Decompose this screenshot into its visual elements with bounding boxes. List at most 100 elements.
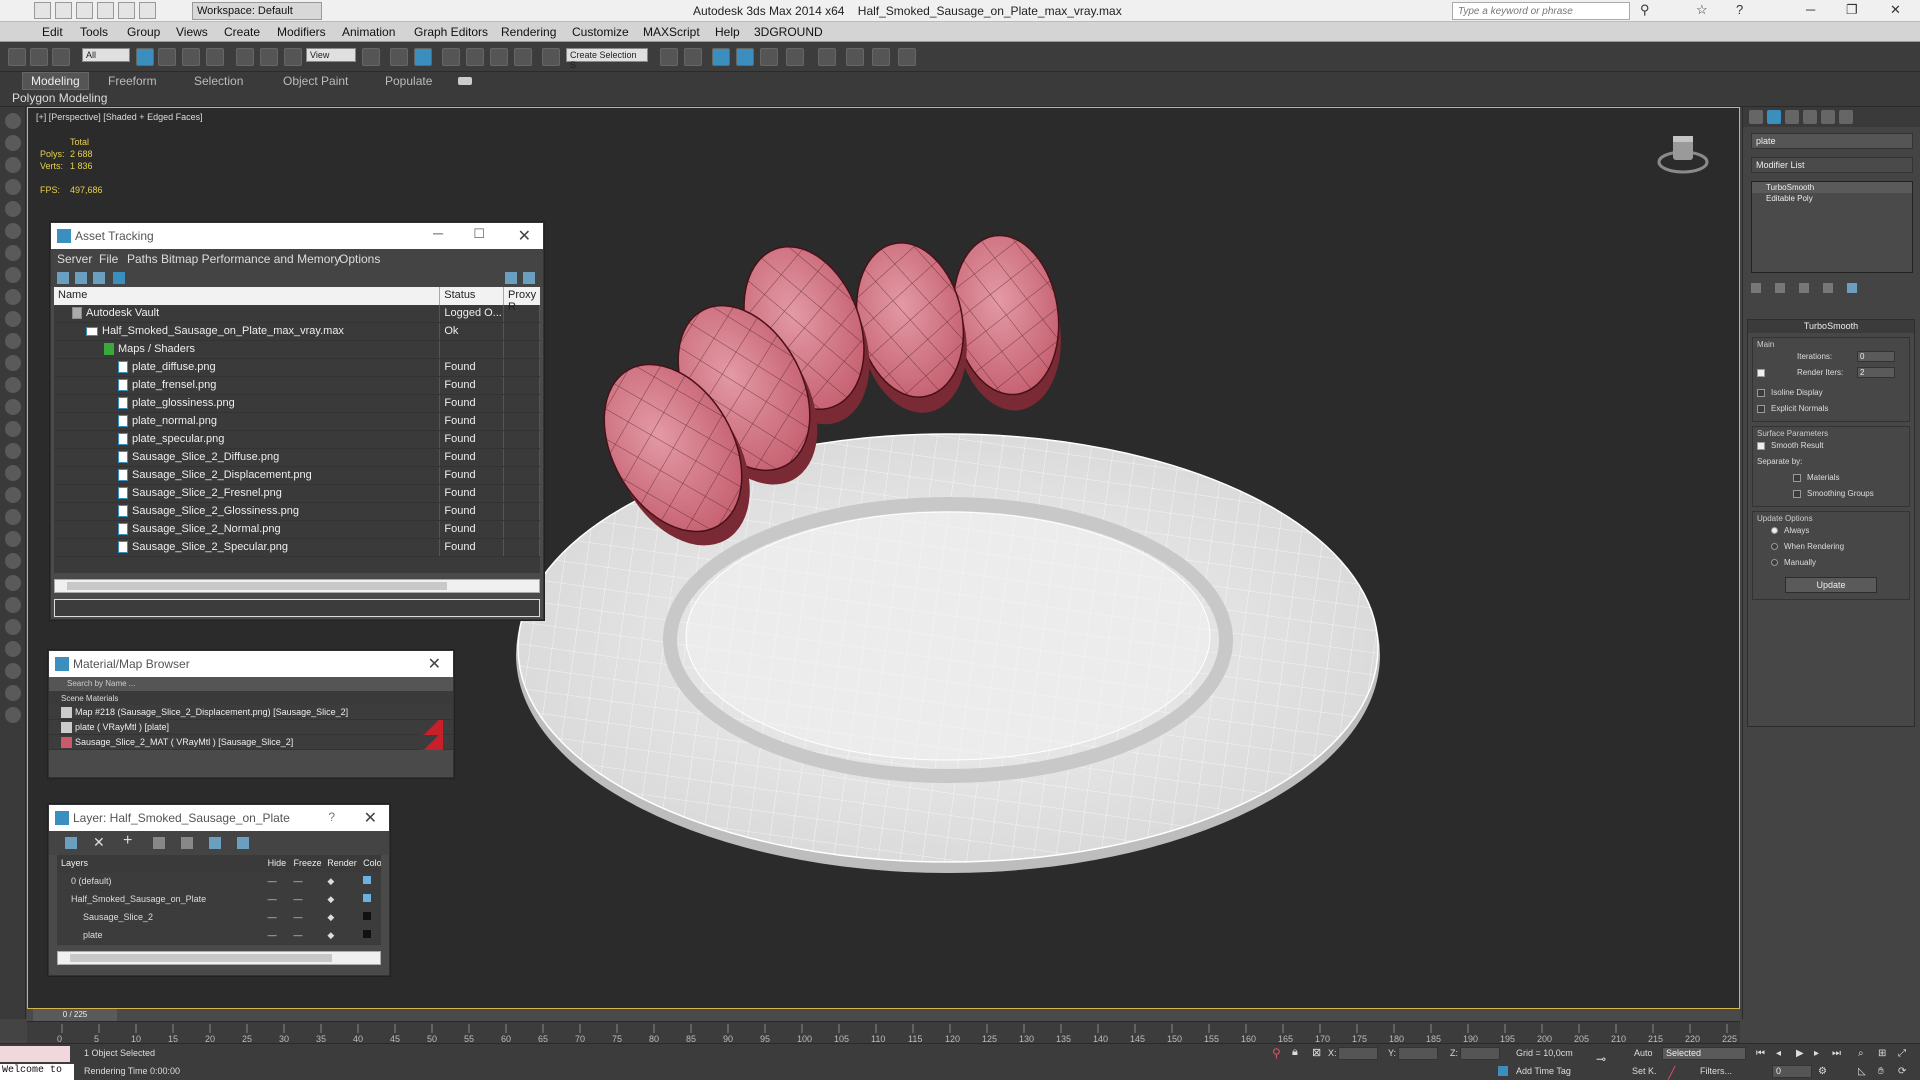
explicit-normals-checkbox[interactable]	[1757, 404, 1765, 413]
hide-all-icon[interactable]	[209, 837, 221, 849]
tool-icon[interactable]	[5, 619, 21, 635]
col-name[interactable]: Name	[54, 287, 441, 305]
table-row[interactable]: Sausage_Slice_2_Specular.png Found	[54, 539, 540, 557]
key-mode-icon[interactable]: ╱	[1668, 1066, 1675, 1080]
tool-icon[interactable]	[5, 267, 21, 283]
table-row[interactable]: plate_frensel.png Found	[54, 377, 540, 395]
edit-named-selection-icon[interactable]	[542, 48, 560, 66]
turbosmooth-title[interactable]: TurboSmooth	[1748, 320, 1914, 333]
tool-icon[interactable]	[5, 685, 21, 701]
redo-icon[interactable]	[118, 2, 135, 19]
stack-item-turbosmooth[interactable]: TurboSmooth	[1752, 182, 1912, 193]
list-view-icon[interactable]	[75, 272, 87, 284]
scene-materials-group[interactable]: Scene Materials	[49, 691, 453, 705]
menu-animation[interactable]: Animation	[342, 25, 395, 39]
close-icon[interactable]: ✕	[1890, 2, 1901, 18]
create-tab-icon[interactable]	[1749, 110, 1763, 124]
project-folder-icon[interactable]	[139, 2, 156, 19]
show-end-result-icon[interactable]	[1775, 283, 1785, 293]
layer-row[interactable]: 0 (default) — — ◆	[57, 873, 381, 891]
auto-key-button[interactable]: Auto	[1634, 1048, 1653, 1058]
material-editor-icon[interactable]	[818, 48, 836, 66]
tool-icon[interactable]	[5, 289, 21, 305]
rectangular-selection-icon[interactable]	[182, 48, 200, 66]
snaps-toggle-icon[interactable]	[442, 48, 460, 66]
graphite-ribbon-icon[interactable]	[736, 48, 754, 66]
select-object-icon[interactable]	[136, 48, 154, 66]
window-crossing-icon[interactable]	[206, 48, 224, 66]
smoothing-groups-checkbox[interactable]	[1793, 489, 1801, 498]
select-objects-icon[interactable]	[153, 837, 165, 849]
table-row[interactable]: Sausage_Slice_2_Displacement.png Found	[54, 467, 540, 485]
isolate-icon[interactable]: ⚲	[1272, 1046, 1281, 1060]
tool-icon[interactable]	[5, 201, 21, 217]
polygon-modeling-label[interactable]: Polygon Modeling	[12, 91, 107, 105]
unlink-icon[interactable]	[30, 48, 48, 66]
tab-freeform[interactable]: Freeform	[108, 74, 157, 88]
tool-icon[interactable]	[5, 179, 21, 195]
maximize-icon[interactable]: ❐	[1846, 2, 1858, 18]
table-row[interactable]: Sausage_Slice_2_Fresnel.png Found	[54, 485, 540, 503]
help-icon[interactable]: ?	[328, 810, 335, 824]
close-icon[interactable]: ✕	[364, 808, 377, 828]
undo-icon[interactable]	[97, 2, 114, 19]
materials-checkbox[interactable]	[1793, 473, 1801, 482]
menu-options[interactable]: Options	[339, 252, 380, 266]
tool-icon[interactable]	[5, 641, 21, 657]
help-icon[interactable]	[505, 272, 517, 284]
tool-icon[interactable]	[5, 443, 21, 459]
col-hide[interactable]: Hide	[264, 855, 290, 872]
workspace-dropdown[interactable]: Workspace: Default	[192, 2, 322, 20]
remove-modifier-icon[interactable]	[1823, 283, 1833, 293]
table-row[interactable]: Maps / Shaders	[54, 341, 540, 359]
time-tag-icon[interactable]	[1498, 1066, 1508, 1076]
select-manipulate-icon[interactable]	[390, 48, 408, 66]
menu-customize[interactable]: Customize	[572, 25, 629, 39]
layer-color-swatch[interactable]	[363, 912, 372, 920]
reference-coordinate-dropdown[interactable]: View	[306, 48, 356, 62]
motion-tab-icon[interactable]	[1803, 110, 1817, 124]
search-input[interactable]: Type a keyword or phrase	[1452, 2, 1630, 20]
minimize-icon[interactable]: ─	[1806, 2, 1815, 17]
isoline-checkbox[interactable]	[1757, 388, 1765, 397]
previous-frame-icon[interactable]: ◂	[1776, 1048, 1781, 1059]
tool-icon[interactable]	[5, 245, 21, 261]
menu-bitmap-performance[interactable]: Bitmap Performance and Memory	[161, 252, 340, 266]
menu-3dground[interactable]: 3DGROUND	[754, 25, 823, 39]
table-view-icon[interactable]	[113, 272, 125, 284]
modify-tab-icon[interactable]	[1767, 110, 1781, 124]
selection-filter-dropdown[interactable]: All	[82, 48, 130, 62]
spinner-snap-icon[interactable]	[514, 48, 532, 66]
manually-radio[interactable]	[1771, 559, 1778, 567]
layer-color-swatch[interactable]	[363, 930, 372, 938]
col-status[interactable]: Status	[440, 287, 504, 305]
time-config-icon[interactable]: ⚙	[1818, 1066, 1827, 1077]
angle-snap-icon[interactable]	[466, 48, 484, 66]
set-key-button[interactable]: Set K.	[1632, 1066, 1657, 1076]
display-tab-icon[interactable]	[1821, 110, 1835, 124]
configure-sets-icon[interactable]	[1847, 283, 1857, 293]
settings-icon[interactable]	[523, 272, 535, 284]
binoculars-icon[interactable]: ⚲	[1640, 2, 1650, 18]
layer-scrollbar[interactable]	[57, 951, 381, 965]
time-slider[interactable]: 0 / 225	[27, 1009, 1740, 1021]
asset-tracking-titlebar[interactable]: Asset Tracking ─ ☐ ✕	[51, 223, 543, 249]
percent-snap-icon[interactable]	[490, 48, 508, 66]
layer-row[interactable]: Sausage_Slice_2— — ◆	[57, 909, 381, 927]
menu-rendering[interactable]: Rendering	[501, 25, 556, 39]
scale-icon[interactable]	[284, 48, 302, 66]
scrollbar-thumb[interactable]	[70, 954, 332, 962]
zoom-icon[interactable]: ⌕	[1858, 1048, 1864, 1059]
table-row[interactable]: Autodesk Vault Logged O...	[54, 305, 540, 323]
welcome-field[interactable]: Welcome to	[0, 1064, 74, 1080]
tool-icon[interactable]	[5, 663, 21, 679]
key-filter-dropdown[interactable]: Selected	[1662, 1047, 1746, 1060]
current-frame-field[interactable]: 0	[1772, 1065, 1812, 1078]
tab-populate[interactable]: Populate	[385, 74, 432, 88]
field-of-view-icon[interactable]: ◺	[1858, 1066, 1866, 1077]
tool-icon[interactable]	[5, 311, 21, 327]
layer-color-swatch[interactable]	[363, 876, 372, 884]
tool-icon[interactable]	[5, 707, 21, 723]
when-rendering-radio[interactable]	[1771, 543, 1778, 551]
table-row[interactable]: plate_specular.png Found	[54, 431, 540, 449]
